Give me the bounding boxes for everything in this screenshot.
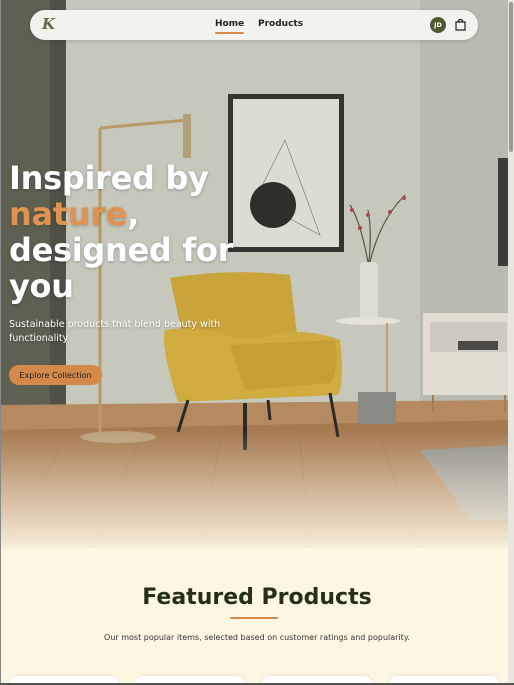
hero-fade-overlay — [0, 430, 514, 548]
nav-link-home[interactable]: Home — [215, 19, 245, 34]
window-border — [0, 0, 1, 685]
headline-line-1: Inspired by — [9, 159, 209, 197]
nav-link-products[interactable]: Products — [258, 19, 303, 29]
headline-line-4: you — [9, 267, 74, 305]
explore-collection-button[interactable]: Explore Collection — [9, 365, 102, 385]
featured-title: Featured Products — [142, 585, 372, 610]
hero-section: K Home Products JD Inspired by nature, d… — [0, 0, 514, 548]
shopping-bag-icon[interactable] — [455, 18, 466, 31]
brand-logo[interactable]: K — [42, 15, 55, 33]
scrollbar-thumb[interactable] — [509, 2, 513, 152]
user-avatar[interactable]: JD — [430, 17, 446, 33]
headline-line-3: designed for — [9, 231, 234, 269]
title-underline — [230, 617, 278, 619]
hero-subtitle: Sustainable products that blend beauty w… — [9, 319, 221, 344]
hero-headline: Inspired by nature, designed for you — [9, 160, 309, 304]
navbar: K Home Products JD — [30, 10, 478, 40]
headline-comma: , — [127, 195, 139, 233]
headline-accent-word: nature — [9, 195, 128, 233]
featured-subtitle: Our most popular items, selected based o… — [104, 633, 410, 642]
